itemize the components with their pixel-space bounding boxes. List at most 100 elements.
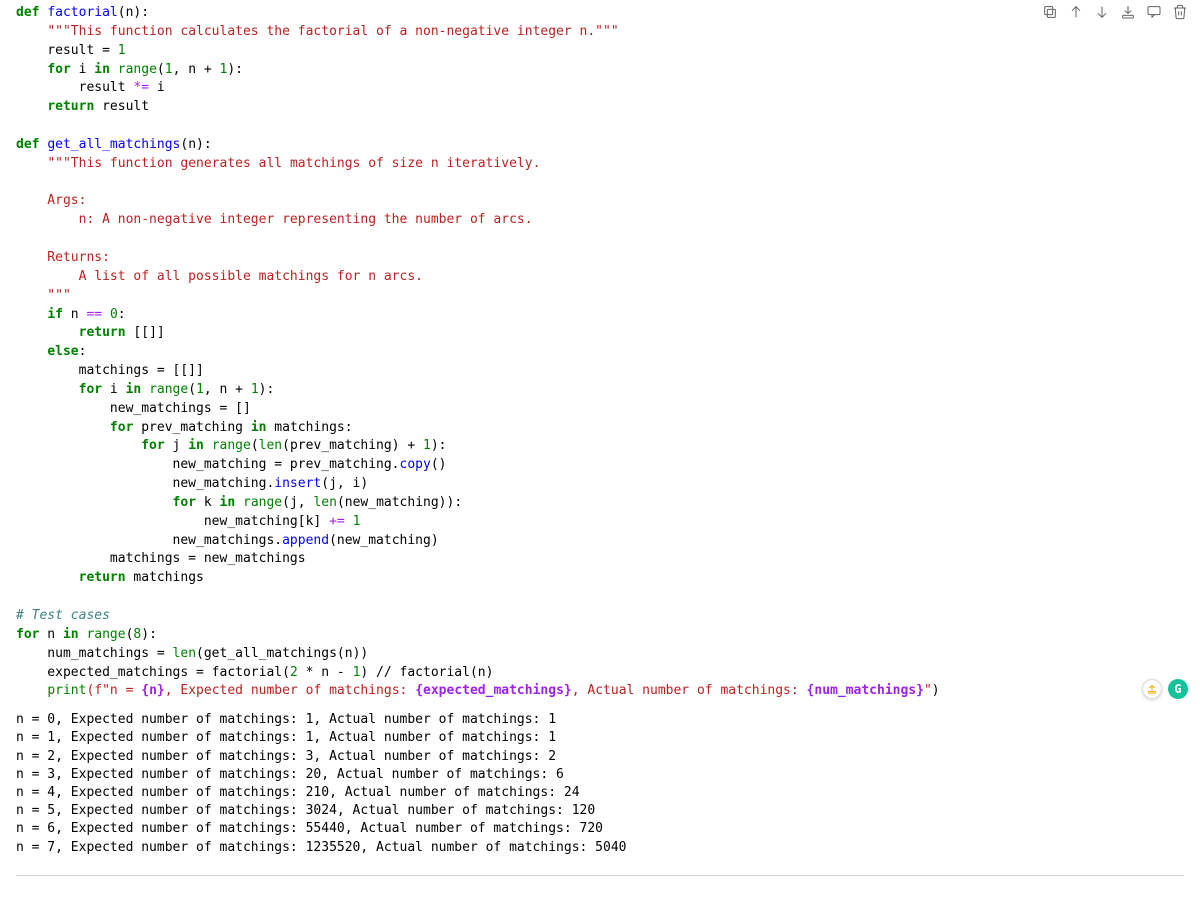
code-text: ):: [431, 438, 447, 453]
cell-divider: [16, 875, 1184, 876]
builtin-len: len: [259, 438, 282, 453]
copy-icon[interactable]: [1042, 4, 1058, 20]
output-line: n = 0, Expected number of matchings: 1, …: [16, 712, 556, 727]
kw-if: if: [47, 307, 63, 322]
code-text: ):: [227, 62, 243, 77]
finterp: {num_matchings}: [807, 683, 924, 698]
kw-return: return: [79, 325, 126, 340]
kw-in: in: [63, 627, 79, 642]
code-text: i: [71, 62, 94, 77]
meth-copy: copy: [400, 457, 431, 472]
builtin-len: len: [313, 495, 336, 510]
code-text: k: [196, 495, 219, 510]
code-text: * n -: [298, 665, 353, 680]
op: *=: [133, 80, 149, 95]
code-text: ) // factorial(n): [360, 665, 493, 680]
builtin-range: range: [149, 382, 188, 397]
comment: # Test cases: [16, 608, 110, 623]
code-text: new_matching.: [16, 476, 274, 491]
code-text: new_matching[k]: [16, 514, 329, 529]
code-text: result: [94, 99, 149, 114]
code-text: , n +: [204, 382, 251, 397]
grammarly-badge-icon[interactable]: G: [1168, 679, 1188, 699]
bottom-badges: G: [1142, 679, 1188, 699]
kw-for: for: [173, 495, 196, 510]
fstring: (f"n =: [86, 683, 141, 698]
code-text: [[]]: [126, 325, 165, 340]
fstring: , Expected number of matchings:: [165, 683, 415, 698]
num: 1: [196, 382, 204, 397]
kw-else: else: [47, 344, 78, 359]
code-text: :: [118, 307, 126, 322]
arrow-up-icon[interactable]: [1068, 4, 1084, 20]
docstring: A list of all possible matchings for n a…: [16, 269, 423, 284]
code-text: result =: [16, 43, 118, 58]
kw-return: return: [47, 99, 94, 114]
kw-def: def: [16, 137, 39, 152]
kw-in: in: [126, 382, 142, 397]
code-text: matchings:: [266, 420, 352, 435]
code-text: (: [157, 62, 165, 77]
docstring: """This function generates all matchings…: [47, 156, 540, 171]
kw-in: in: [94, 62, 110, 77]
arrow-down-icon[interactable]: [1094, 4, 1110, 20]
fn-get-all: get_all_matchings: [47, 137, 180, 152]
comment-icon[interactable]: [1146, 4, 1162, 20]
cell-toolbar: [1042, 4, 1188, 20]
num: 1: [118, 43, 126, 58]
output-line: n = 3, Expected number of matchings: 20,…: [16, 767, 564, 782]
code-text: ):: [141, 627, 157, 642]
meth-insert: insert: [274, 476, 321, 491]
finterp: {n}: [141, 683, 164, 698]
docstring: """: [16, 288, 71, 303]
code-text: (n):: [180, 137, 211, 152]
fstring: ": [924, 683, 932, 698]
output-line: n = 4, Expected number of matchings: 210…: [16, 785, 580, 800]
code-text: new_matching = prev_matching.: [16, 457, 400, 472]
code-text: n: [63, 307, 86, 322]
code-text: (get_all_matchings(n)): [196, 646, 368, 661]
code-text: result: [16, 80, 133, 95]
meth-append: append: [282, 533, 329, 548]
kw-in: in: [251, 420, 267, 435]
code-text: i: [149, 80, 165, 95]
link-icon[interactable]: [1120, 4, 1136, 20]
code-text: :: [79, 344, 87, 359]
code-editor[interactable]: def factorial(n): """This function calcu…: [16, 4, 1192, 701]
code-text: matchings = [[]]: [16, 363, 204, 378]
trash-icon[interactable]: [1172, 4, 1188, 20]
code-cell: def factorial(n): """This function calcu…: [0, 0, 1200, 705]
kw-for: for: [110, 420, 133, 435]
code-text: num_matchings =: [16, 646, 173, 661]
op: +=: [329, 514, 345, 529]
code-text: (): [431, 457, 447, 472]
output-line: n = 6, Expected number of matchings: 554…: [16, 821, 603, 836]
num: 1: [165, 62, 173, 77]
finterp: {expected_matchings}: [415, 683, 572, 698]
code-text: prev_matching: [133, 420, 250, 435]
output-line: n = 7, Expected number of matchings: 123…: [16, 840, 626, 855]
num: 1: [353, 514, 361, 529]
code-text: ):: [259, 382, 275, 397]
code-text: (j,: [282, 495, 313, 510]
kw-for: for: [47, 62, 70, 77]
code-text: (n):: [118, 5, 149, 20]
num: 1: [251, 382, 259, 397]
code-text: new_matchings.: [16, 533, 282, 548]
kw-in: in: [188, 438, 204, 453]
code-text: expected_matchings = factorial(: [16, 665, 290, 680]
kw-def: def: [16, 5, 39, 20]
fstring: , Actual number of matchings:: [572, 683, 807, 698]
code-text: (prev_matching) +: [282, 438, 423, 453]
num: 2: [290, 665, 298, 680]
code-text: matchings: [126, 570, 204, 585]
code-text: (: [251, 438, 259, 453]
code-text: ): [932, 683, 940, 698]
code-text: i: [102, 382, 125, 397]
kw-return: return: [79, 570, 126, 585]
docstring: Returns:: [16, 250, 110, 265]
colab-badge-icon[interactable]: [1142, 679, 1162, 699]
builtin-range: range: [86, 627, 125, 642]
docstring: n: A non-negative integer representing t…: [16, 212, 533, 227]
fn-factorial: factorial: [47, 5, 117, 20]
